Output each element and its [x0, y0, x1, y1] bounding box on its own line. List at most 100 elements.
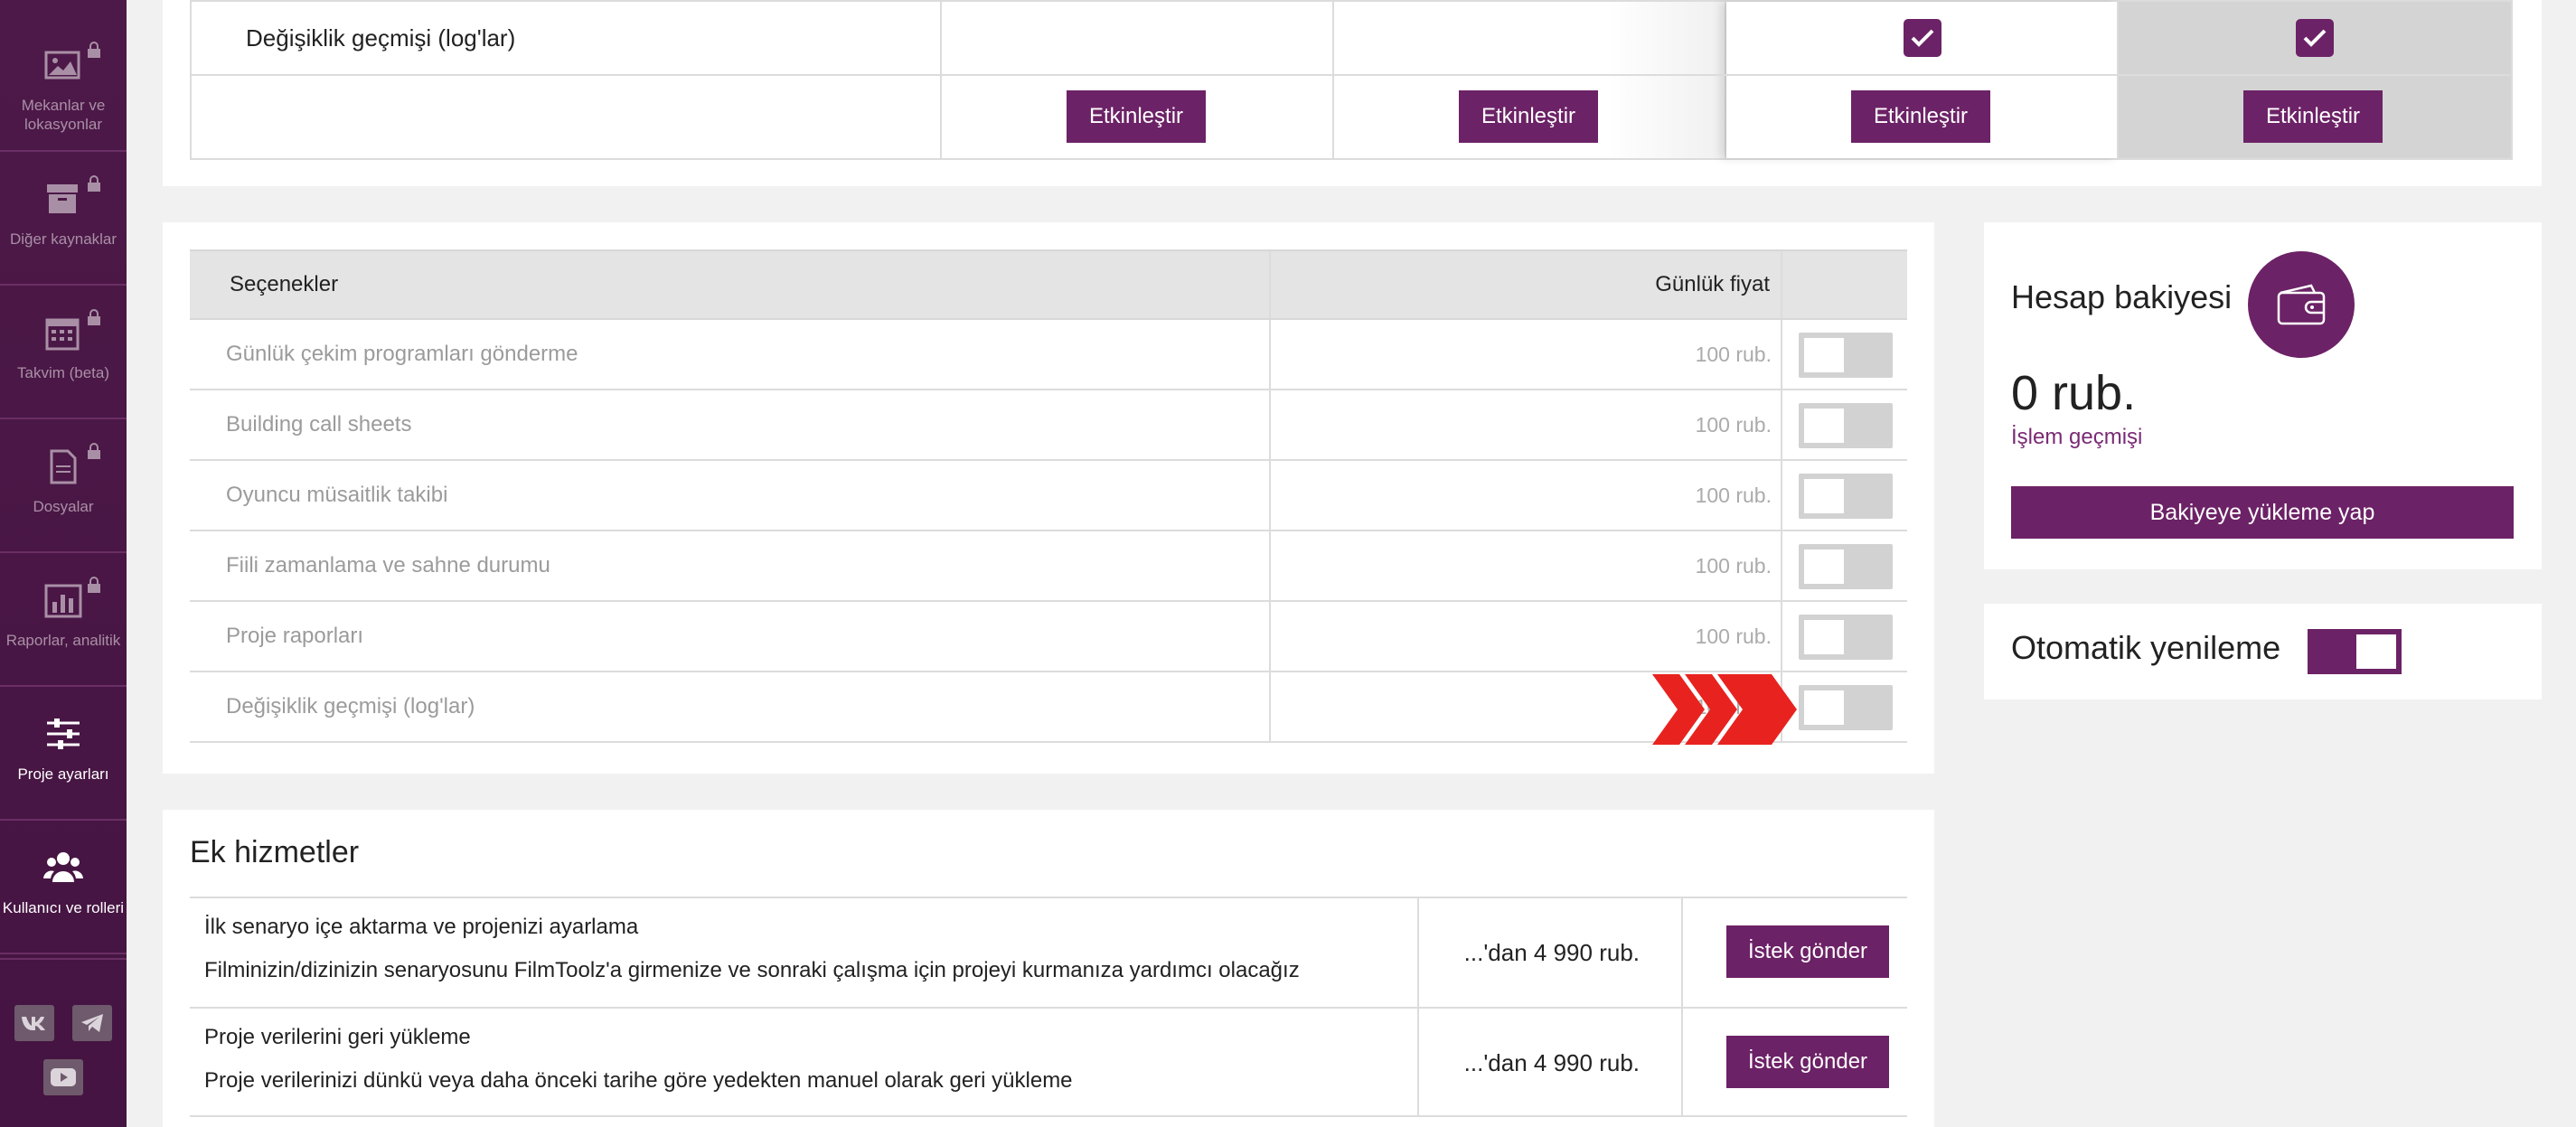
balance-title: Hesap bakiyesi — [2011, 278, 2233, 315]
column-divider — [1781, 531, 1782, 600]
send-request-button[interactable]: İstek gönder — [1726, 1036, 1889, 1088]
toggle-knob — [1804, 479, 1844, 513]
option-name: Değişiklik geçmişi (log'lar) — [226, 694, 475, 718]
toggle-knob — [1804, 690, 1844, 725]
activate-plan-button[interactable]: Etkinleştir — [1459, 90, 1598, 143]
top-up-button[interactable]: Bakiyeye yükleme yap — [2011, 486, 2514, 539]
social-links — [0, 958, 127, 1127]
lock-icon — [88, 577, 100, 593]
sliders-icon — [43, 714, 83, 754]
services-panel: Ek hizmetler İlk senaryo içe aktarma ve … — [163, 810, 1934, 1127]
check-icon — [2303, 29, 2327, 47]
option-name: Building call sheets — [226, 412, 412, 437]
column-divider — [1269, 672, 1271, 741]
sidebar-item-label: Kullanıcı ve rolleri — [2, 899, 125, 916]
sidebar-item-label: Raporlar, analitik — [5, 632, 121, 649]
file-icon — [43, 443, 100, 486]
lock-icon — [88, 309, 100, 325]
options-header-price: Günlük fiyat — [1655, 272, 1770, 296]
option-toggle[interactable] — [1799, 474, 1893, 519]
lock-icon — [88, 175, 100, 192]
option-toggle[interactable] — [1799, 615, 1893, 660]
sidebar-item-label: Proje ayarları — [17, 765, 109, 783]
feature-checkbox[interactable] — [1904, 19, 1941, 57]
auto-renew-panel: Otomatik yenileme — [1984, 604, 2542, 700]
toggle-knob — [1804, 409, 1844, 443]
transaction-history-link[interactable]: İşlem geçmişi — [2011, 425, 2142, 450]
option-price: 100 rub. — [1695, 342, 1772, 366]
column-divider — [1781, 461, 1782, 530]
toggle-knob — [1804, 338, 1844, 372]
sidebar-item-project-settings[interactable]: Proje ayarları — [0, 687, 127, 821]
option-toggle[interactable] — [1799, 544, 1893, 589]
service-price: ...'dan 4 990 rub. — [1463, 938, 1640, 966]
sidebar-item-calendar[interactable]: Takvim (beta) — [0, 286, 127, 419]
column-divider — [1681, 898, 1683, 1007]
sidebar-item-label: Mekanlar ve lokasyonlar — [21, 97, 106, 133]
bar-chart-icon — [43, 577, 100, 620]
plans-row-label: Değişiklik geçmişi (log'lar) — [246, 23, 516, 52]
column-divider — [1269, 461, 1271, 530]
activate-plan-button[interactable]: Etkinleştir — [1851, 90, 1990, 143]
sidebar-item-files[interactable]: Dosyalar — [0, 419, 127, 553]
users-icon — [43, 848, 83, 888]
column-divider — [1781, 251, 1782, 318]
calendar-icon — [43, 309, 100, 352]
option-row: Building call sheets 100 rub. — [190, 390, 1907, 461]
services-title: Ek hizmetler — [190, 835, 360, 869]
option-toggle[interactable] — [1799, 403, 1893, 448]
image-icon — [43, 42, 100, 85]
column-divider — [1681, 1009, 1683, 1115]
option-price: 100 rub. — [1695, 483, 1772, 507]
feature-checkbox[interactable] — [2296, 19, 2334, 57]
toggle-knob — [2356, 634, 2396, 669]
vk-icon[interactable] — [14, 1005, 54, 1041]
balance-amount: 0 rub. — [2011, 366, 2137, 420]
telegram-icon[interactable] — [72, 1005, 112, 1041]
options-header: Seçenekler Günlük fiyat — [190, 249, 1907, 320]
column-divider — [1417, 898, 1419, 1007]
pointer-arrows-icon — [1652, 674, 1797, 745]
lock-icon — [88, 443, 100, 459]
options-header-name: Seçenekler — [230, 272, 339, 296]
column-divider — [1781, 320, 1782, 389]
row-divider — [192, 74, 2511, 76]
option-toggle[interactable] — [1799, 333, 1893, 378]
option-row: Oyuncu müsaitlik takibi 100 rub. — [190, 461, 1907, 531]
option-name: Proje raporları — [226, 624, 364, 648]
service-description: Filminizin/dizinizin senaryosunu FilmToo… — [204, 958, 1300, 982]
sidebar-item-label: Takvim (beta) — [16, 364, 110, 381]
wallet-icon — [2248, 251, 2355, 358]
sidebar-item-users-roles[interactable]: Kullanıcı ve rolleri — [0, 821, 127, 954]
auto-renew-toggle[interactable] — [2308, 629, 2402, 674]
plans-table: Değişiklik geçmişi (log'lar) Etkinleştir… — [190, 0, 2513, 160]
sidebar: Mekanlar ve lokasyonlar Diğer kaynaklar … — [0, 0, 127, 1127]
sidebar-item-other-resources[interactable]: Diğer kaynaklar — [0, 152, 127, 286]
service-row: Proje verilerini geri yükleme Proje veri… — [190, 1007, 1907, 1117]
sidebar-item-venues[interactable]: Mekanlar ve lokasyonlar — [0, 18, 127, 152]
option-toggle[interactable] — [1799, 685, 1893, 730]
column-divider — [1269, 602, 1271, 671]
activate-plan-button[interactable]: Etkinleştir — [1067, 90, 1206, 143]
option-row: Değişiklik geçmişi (log'lar) 100 rub. — [190, 672, 1907, 743]
sidebar-item-reports[interactable]: Raporlar, analitik — [0, 553, 127, 687]
activate-plan-button[interactable]: Etkinleştir — [2243, 90, 2383, 143]
column-divider — [1269, 531, 1271, 600]
sidebar-item-label: Dosyalar — [33, 498, 94, 515]
option-row: Proje raporları 100 rub. — [190, 602, 1907, 672]
column-divider — [1269, 320, 1271, 389]
toggle-knob — [1804, 620, 1844, 654]
column-divider — [1781, 390, 1782, 459]
check-icon — [1911, 29, 1934, 47]
send-request-button[interactable]: İstek gönder — [1726, 925, 1889, 978]
lock-icon — [88, 42, 100, 58]
column-divider — [1781, 602, 1782, 671]
option-row: Fiili zamanlama ve sahne durumu 100 rub. — [190, 531, 1907, 602]
youtube-icon[interactable] — [43, 1059, 83, 1095]
column-divider — [1417, 1009, 1419, 1115]
option-price: 100 rub. — [1695, 412, 1772, 437]
option-price: 100 rub. — [1695, 624, 1772, 648]
option-name: Günlük çekim programları gönderme — [226, 342, 578, 366]
archive-icon — [43, 175, 100, 219]
service-title: İlk senaryo içe aktarma ve projenizi aya… — [204, 915, 639, 939]
